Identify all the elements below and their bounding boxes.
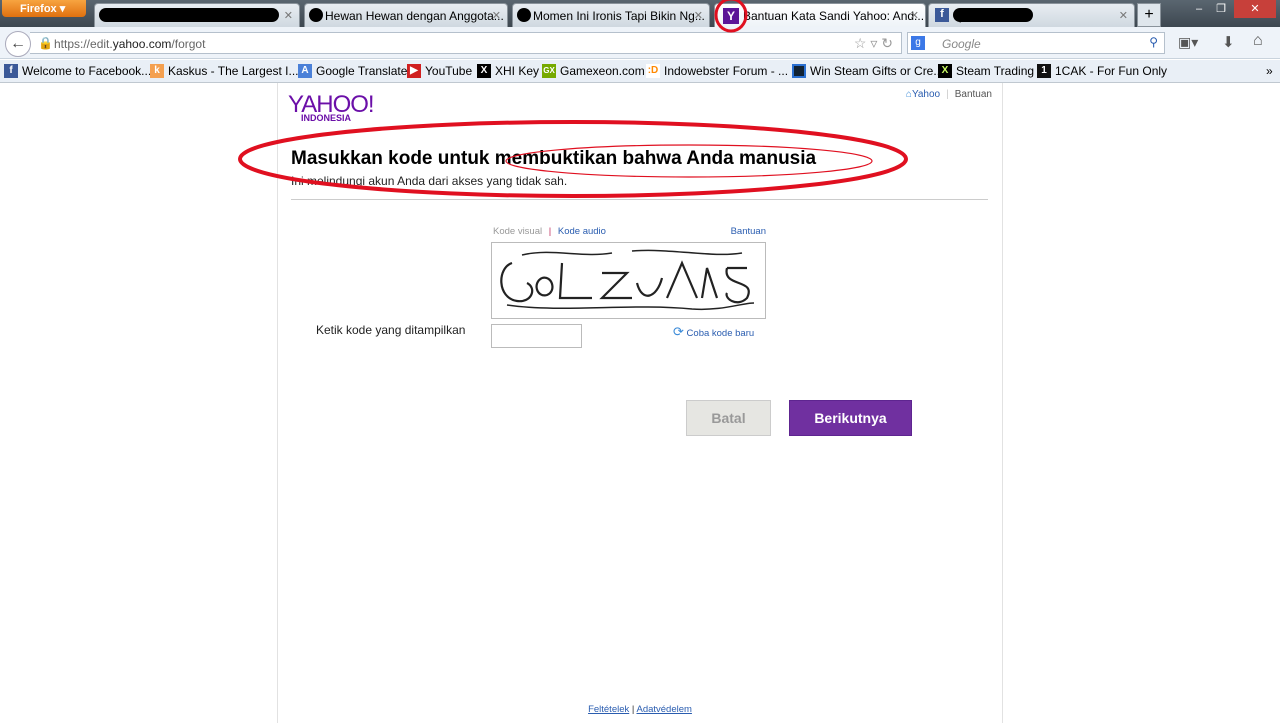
bookmark-youtube[interactable]: ▶ YouTube	[407, 64, 472, 78]
bookmark-gamexeon[interactable]: GX Gamexeon.com	[542, 64, 645, 78]
tab-visual-code[interactable]: Kode visual	[493, 226, 542, 237]
bookmark-kaskus[interactable]: k Kaskus - The Largest I...	[150, 64, 299, 78]
facebook-icon: f	[935, 8, 949, 22]
top-links: ⌂Yahoo | Bantuan	[905, 89, 992, 100]
tab-bar: Firefox ▾ ✕ Hewan Hewan dengan Anggota..…	[0, 0, 1280, 27]
new-tab-button[interactable]: +	[1137, 3, 1161, 27]
redaction-scribble	[99, 8, 279, 22]
privacy-link[interactable]: Adatvédelem	[636, 704, 691, 715]
youtube-icon: ▶	[407, 64, 421, 78]
gamexeon-icon: GX	[542, 64, 556, 78]
bookmark-google-translate[interactable]: A Google Translate	[298, 64, 407, 78]
indowebster-icon: :D	[646, 64, 660, 78]
home-icon[interactable]: ⌂	[1253, 32, 1263, 50]
captcha-tabs: Kode visual | Kode audio Bantuan	[493, 226, 766, 237]
bookmark-steam-trading[interactable]: X Steam Trading	[938, 64, 1034, 78]
bookmarks-menu-icon[interactable]: ▣▾	[1178, 34, 1198, 51]
captcha-input-label: Ketik kode yang ditampilkan	[316, 323, 466, 337]
bookmark-1cak[interactable]: 1 1CAK - For Fun Only	[1037, 64, 1167, 78]
google-icon: g	[911, 36, 925, 50]
lock-icon: 🔒	[38, 36, 53, 50]
steamgifts-icon	[792, 64, 806, 78]
captcha-image	[491, 242, 766, 319]
close-tab-icon[interactable]: ✕	[492, 9, 501, 22]
reload-icon[interactable]: ☆ ▿ ↻	[854, 35, 893, 52]
divider	[291, 199, 988, 200]
captcha-input[interactable]	[491, 324, 582, 348]
translate-icon: A	[298, 64, 312, 78]
bookmark-xhi-key[interactable]: X XHI Key	[477, 64, 539, 78]
minimize-button[interactable]: ‒	[1188, 0, 1210, 18]
facebook-icon: f	[4, 64, 18, 78]
refresh-icon: ⟳	[673, 324, 684, 339]
x-icon: X	[938, 64, 952, 78]
tab-3[interactable]: Momen Ini Ironis Tapi Bikin Ng... ✕	[512, 3, 710, 27]
bookmark-facebook[interactable]: f Welcome to Facebook...	[4, 64, 151, 78]
tab-facebook[interactable]: f(...✕	[928, 3, 1135, 27]
refresh-captcha-link[interactable]: ⟳ Coba kode baru	[673, 324, 754, 340]
url-bar[interactable]: 🔒 https://edit.yahoo.com/forgot ☆ ▿ ↻	[30, 32, 902, 54]
redaction-scribble	[309, 8, 323, 22]
bookmarks-toolbar: f Welcome to Facebook... k Kaskus - The La…	[0, 60, 1280, 83]
captcha-help-link[interactable]: Bantuan	[731, 226, 766, 237]
yahoo-favicon-icon: Y	[723, 8, 739, 24]
next-button[interactable]: Berikutnya	[789, 400, 912, 436]
close-tab-icon[interactable]: ✕	[284, 9, 293, 22]
maximize-button[interactable]: ❐	[1210, 0, 1232, 18]
bookmarks-overflow-button[interactable]: »	[1266, 64, 1273, 78]
back-button[interactable]: ←	[5, 31, 31, 57]
download-icon[interactable]: ⬇	[1222, 33, 1235, 51]
logo-subtitle: INDONESIA	[301, 113, 352, 123]
footer: Feltételek | Adatvédelem	[588, 704, 692, 715]
1cak-icon: 1	[1037, 64, 1051, 78]
terms-link[interactable]: Feltételek	[588, 704, 629, 715]
tab-1[interactable]: ✕	[94, 3, 300, 27]
page-subtitle: Ini melindungi akun Anda dari akses yang…	[291, 174, 568, 188]
firefox-menu-button[interactable]: Firefox ▾	[2, 0, 86, 17]
yahoo-link[interactable]: Yahoo	[912, 89, 940, 100]
bookmark-indowebster[interactable]: :D Indowebster Forum - ...	[646, 64, 788, 78]
close-tab-icon[interactable]: ✕	[910, 9, 919, 22]
tab-audio-code[interactable]: Kode audio	[558, 226, 606, 237]
close-window-button[interactable]: ✕	[1234, 0, 1276, 18]
redaction-scribble	[953, 8, 1033, 22]
tab-yahoo-active[interactable]: Y Bantuan Kata Sandi Yahoo: And... ✕	[714, 3, 926, 27]
search-icon[interactable]: ⚲	[1149, 35, 1158, 49]
close-tab-icon[interactable]: ✕	[694, 9, 703, 22]
kaskus-icon: k	[150, 64, 164, 78]
redaction-scribble	[517, 8, 531, 22]
navigation-bar: 🔒 https://edit.yahoo.com/forgot ☆ ▿ ↻ ← g…	[0, 27, 1280, 59]
close-tab-icon[interactable]: ✕	[1119, 9, 1128, 22]
page-title: Masukkan kode untuk membuktikan bahwa An…	[291, 148, 817, 169]
yahoo-page: YAHOO! INDONESIA ⌂Yahoo | Bantuan Masukkan…	[277, 83, 1003, 723]
tab-2[interactable]: Hewan Hewan dengan Anggota... ✕	[304, 3, 508, 27]
x-icon: X	[477, 64, 491, 78]
help-link[interactable]: Bantuan	[955, 89, 992, 100]
search-input[interactable]: g Google ⚲	[907, 32, 1165, 54]
cancel-button[interactable]: Batal	[686, 400, 771, 436]
bookmark-steamgifts[interactable]: Win Steam Gifts or Cre...	[792, 64, 943, 78]
